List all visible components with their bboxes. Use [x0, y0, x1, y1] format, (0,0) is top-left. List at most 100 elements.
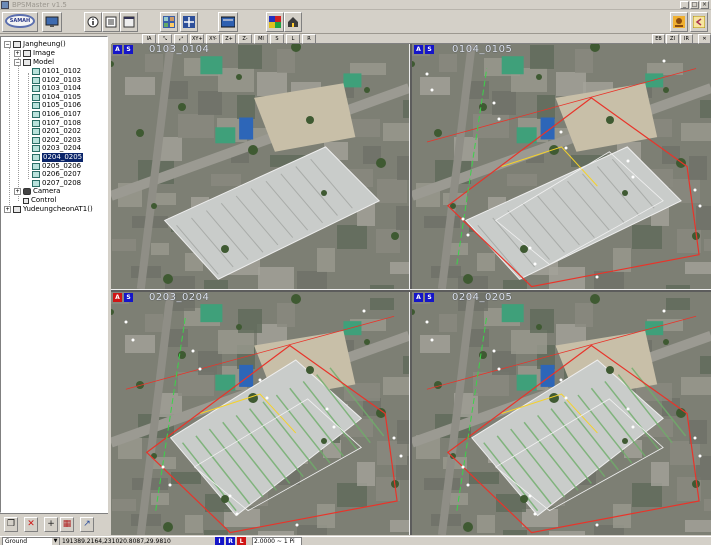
- collapse-icon[interactable]: −: [4, 41, 11, 48]
- model-icon: [32, 179, 40, 187]
- status-bar: Ground ▼ 191389.2164,231020.8087,29.9810…: [0, 536, 711, 545]
- mi-button[interactable]: MI: [254, 34, 268, 44]
- export-arrow-icon: ↗: [83, 519, 91, 529]
- expand-icon[interactable]: +: [4, 206, 11, 213]
- zi-button[interactable]: ZI: [666, 34, 679, 44]
- pane-model-label: 0104_0105: [452, 44, 513, 55]
- folder-icon: [13, 206, 21, 213]
- exit-button[interactable]: [690, 12, 708, 32]
- image-grid-button[interactable]: [160, 12, 178, 32]
- new-button[interactable]: ❐: [4, 517, 18, 532]
- logo-button[interactable]: SAMAH: [2, 12, 38, 32]
- xy-plus-button[interactable]: XY+: [190, 34, 204, 44]
- delete-button[interactable]: ✕: [24, 517, 38, 532]
- model-icon: [32, 171, 40, 179]
- info-button[interactable]: [84, 12, 102, 32]
- aerial-image-pane[interactable]: A S 0204_0205: [412, 292, 711, 535]
- expand-icon[interactable]: +: [14, 50, 21, 57]
- tree-toolbar: ❐ ✕ + ▦ ↗: [0, 513, 108, 535]
- export-tree-button[interactable]: ↗: [80, 517, 94, 532]
- view-ia-button[interactable]: IA: [142, 34, 156, 44]
- model-icon: [32, 136, 40, 144]
- tree-node-camera[interactable]: + Camera: [14, 187, 60, 196]
- status-indicator[interactable]: R: [226, 537, 235, 545]
- exit-icon: [693, 16, 705, 28]
- ir-button[interactable]: IR: [680, 34, 693, 44]
- tree-node-model[interactable]: − Model: [14, 58, 54, 67]
- status-indicator[interactable]: I: [215, 537, 224, 545]
- tree-guide-line: [9, 45, 10, 205]
- app-logo-icon: SAMAH: [5, 14, 35, 28]
- camera-icon: [23, 188, 31, 195]
- l-button[interactable]: L: [286, 34, 300, 44]
- model-icon: [32, 76, 40, 84]
- pane-badge-s[interactable]: S: [425, 293, 434, 302]
- pane-badge-s[interactable]: S: [124, 45, 133, 54]
- monitor-button[interactable]: [42, 12, 62, 32]
- app-window: BPSMaster v1.5 _ □ × SAMAH − Jangheung()…: [0, 0, 711, 545]
- minimize-button[interactable]: _: [680, 1, 689, 9]
- frame-button[interactable]: [102, 12, 120, 32]
- z-plus-button[interactable]: Z+: [222, 34, 236, 44]
- zoom-extent-button[interactable]: ⤢: [174, 34, 188, 44]
- tree-node-image[interactable]: + Image: [14, 49, 55, 58]
- grid-icon: ▦: [62, 519, 72, 529]
- tree-node-root2[interactable]: + YudeungcheonAT1(): [4, 205, 93, 214]
- eb-button[interactable]: EB: [652, 34, 665, 44]
- close-window-button[interactable]: ×: [700, 1, 709, 9]
- display-button[interactable]: [218, 12, 238, 32]
- pane-badge-a[interactable]: A: [113, 293, 122, 302]
- chevron-down-icon[interactable]: ▼: [52, 538, 59, 545]
- z-minus-button[interactable]: Z-: [238, 34, 252, 44]
- app-icon: [1, 1, 9, 9]
- window-icon: [123, 16, 135, 28]
- tree-node-control[interactable]: Control: [23, 196, 56, 205]
- window-button[interactable]: [120, 12, 138, 32]
- aerial-image: [412, 44, 711, 289]
- s-button[interactable]: S: [270, 34, 284, 44]
- pane-model-label: 0203_0204: [149, 292, 210, 303]
- home-icon: [288, 17, 298, 27]
- pan-button[interactable]: [180, 12, 198, 32]
- model-icon: [32, 93, 40, 101]
- monitor-icon: [45, 16, 59, 27]
- aerial-image-pane[interactable]: A S 0203_0204: [111, 292, 409, 535]
- tree-node-root1[interactable]: − Jangheung(): [4, 40, 66, 49]
- export-button[interactable]: [670, 12, 688, 32]
- palette-button[interactable]: [266, 12, 284, 32]
- expand-icon[interactable]: +: [14, 188, 21, 195]
- layer-value: Ground: [5, 538, 28, 545]
- close-view-button[interactable]: ✕: [698, 34, 711, 44]
- status-indicator[interactable]: L: [237, 537, 246, 545]
- r-button[interactable]: R: [302, 34, 316, 44]
- zoom-fit-button[interactable]: ⤡: [158, 34, 172, 44]
- aerial-image-pane[interactable]: A S 0104_0105: [412, 44, 711, 289]
- model-icon: [32, 68, 40, 75]
- info-icon: [87, 16, 99, 28]
- pane-badge-s[interactable]: S: [124, 293, 133, 302]
- pane-badge-a[interactable]: A: [414, 293, 423, 302]
- model-icon: [32, 162, 40, 170]
- model-icon: [32, 154, 40, 161]
- aerial-image-pane[interactable]: A S 0103_0104: [111, 44, 409, 289]
- model-icon: [32, 111, 40, 118]
- display-icon: [221, 16, 235, 28]
- pane-splitter-horizontal[interactable]: [111, 289, 711, 292]
- collapse-icon[interactable]: −: [14, 59, 21, 66]
- maximize-button[interactable]: □: [690, 1, 699, 9]
- model-folder-icon: [23, 59, 31, 66]
- view-toolbar: IA ⤡ ⤢ XY+ XY- Z+ Z- MI S L R EB ZI IR ✕: [112, 34, 711, 44]
- xy-minus-button[interactable]: XY-: [206, 34, 220, 44]
- add-button[interactable]: +: [44, 517, 58, 532]
- layer-select[interactable]: Ground ▼: [2, 537, 60, 545]
- aerial-image: [412, 292, 711, 535]
- home-button[interactable]: [284, 12, 302, 32]
- pane-badge-s[interactable]: S: [425, 45, 434, 54]
- pane-badge-a[interactable]: A: [414, 45, 423, 54]
- model-icon: [32, 119, 40, 127]
- model-icon: [32, 102, 40, 110]
- window-title: BPSMaster v1.5: [12, 1, 67, 9]
- grid-button[interactable]: ▦: [60, 517, 74, 532]
- pane-badge-a[interactable]: A: [113, 45, 122, 54]
- model-icon: [32, 85, 40, 93]
